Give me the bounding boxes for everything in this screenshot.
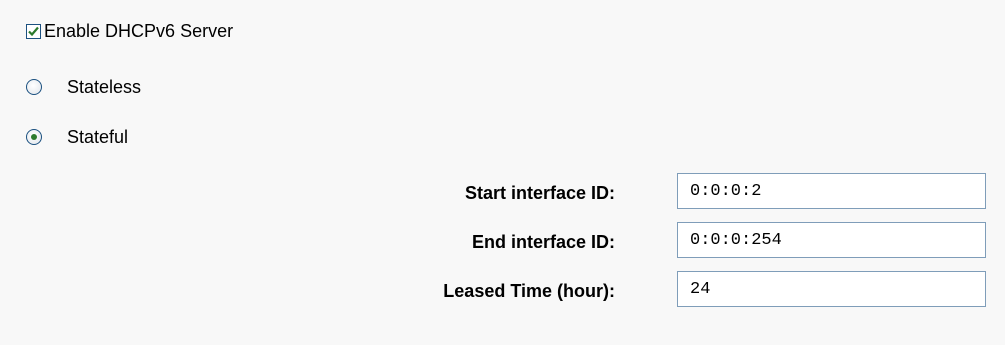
stateless-option[interactable]: Stateless [26, 76, 141, 98]
stateless-label: Stateless [67, 76, 142, 97]
leased-time-label: Leased Time (hour): [443, 281, 615, 301]
stateful-option[interactable]: Stateful [26, 126, 128, 148]
start-interface-id-label: Start interface ID: [464, 183, 615, 203]
stateful-label: Stateful [67, 126, 129, 147]
checkmark-icon [28, 26, 39, 36]
enable-dhcpv6-label: Enable DHCPv6 Server [44, 20, 234, 41]
enable-dhcpv6-row[interactable]: Enable DHCPv6 Server [26, 19, 233, 43]
end-interface-id-label: End interface ID: [471, 232, 615, 252]
radio-selected-dot-icon [31, 134, 37, 140]
stateful-radio[interactable] [26, 129, 42, 145]
leased-time-input[interactable] [677, 271, 986, 307]
stateless-radio[interactable] [26, 79, 42, 95]
end-interface-id-input[interactable] [677, 222, 986, 258]
start-interface-id-input[interactable] [677, 173, 986, 209]
enable-dhcpv6-checkbox[interactable] [26, 23, 41, 39]
